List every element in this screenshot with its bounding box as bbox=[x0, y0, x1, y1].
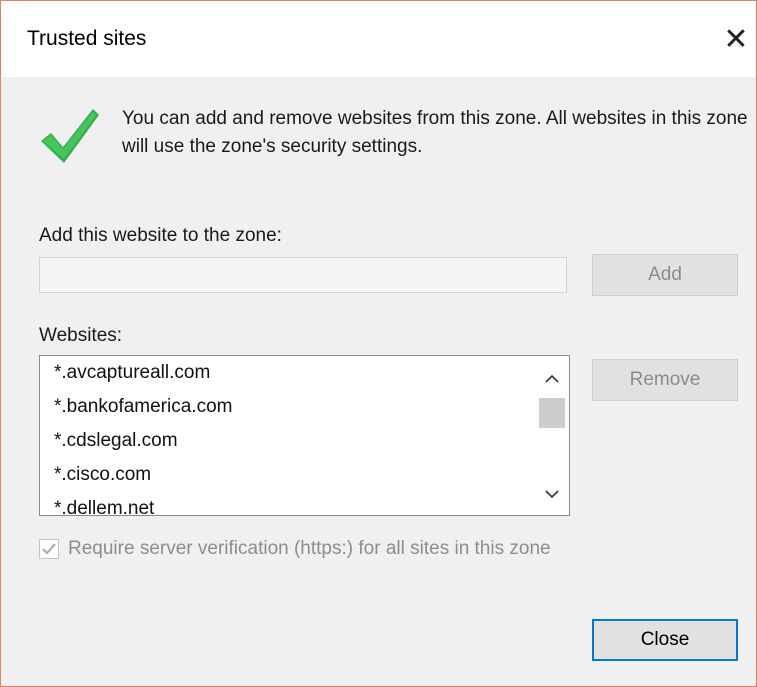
remove-button[interactable]: Remove bbox=[592, 359, 738, 401]
green-checkmark-icon bbox=[41, 109, 99, 163]
websites-scrollbar[interactable] bbox=[535, 356, 569, 515]
add-website-input[interactable] bbox=[39, 257, 567, 293]
close-window-icon[interactable]: ✕ bbox=[717, 21, 755, 59]
list-item[interactable]: *.avcaptureall.com bbox=[40, 356, 534, 390]
scroll-up-arrow-icon[interactable] bbox=[535, 362, 569, 396]
add-website-label: Add this website to the zone: bbox=[39, 225, 282, 246]
require-verification-label: Require server verification (https:) for… bbox=[68, 538, 551, 559]
list-item[interactable]: *.cisco.com bbox=[40, 458, 534, 492]
list-item[interactable]: *.cdslegal.com bbox=[40, 424, 534, 458]
close-button[interactable]: Close bbox=[592, 619, 738, 661]
list-item[interactable]: *.dellem.net bbox=[40, 492, 534, 515]
websites-list[interactable]: *.avcaptureall.com *.bankofamerica.com *… bbox=[39, 355, 570, 516]
window-title: Trusted sites bbox=[27, 27, 147, 50]
title-bar: Trusted sites ✕ bbox=[1, 1, 756, 77]
trusted-sites-dialog: Trusted sites ✕ You can add and remove w… bbox=[0, 0, 757, 687]
require-verification-checkbox[interactable] bbox=[39, 539, 59, 559]
require-verification-row: Require server verification (https:) for… bbox=[39, 537, 551, 561]
websites-label: Websites: bbox=[39, 325, 123, 346]
add-button[interactable]: Add bbox=[592, 254, 738, 296]
websites-list-items: *.avcaptureall.com *.bankofamerica.com *… bbox=[40, 356, 534, 515]
zone-description: You can add and remove websites from thi… bbox=[122, 108, 748, 157]
scroll-thumb[interactable] bbox=[539, 398, 565, 428]
scroll-down-arrow-icon[interactable] bbox=[535, 477, 569, 511]
list-item[interactable]: *.bankofamerica.com bbox=[40, 390, 534, 424]
checkbox-check-icon bbox=[42, 543, 56, 555]
